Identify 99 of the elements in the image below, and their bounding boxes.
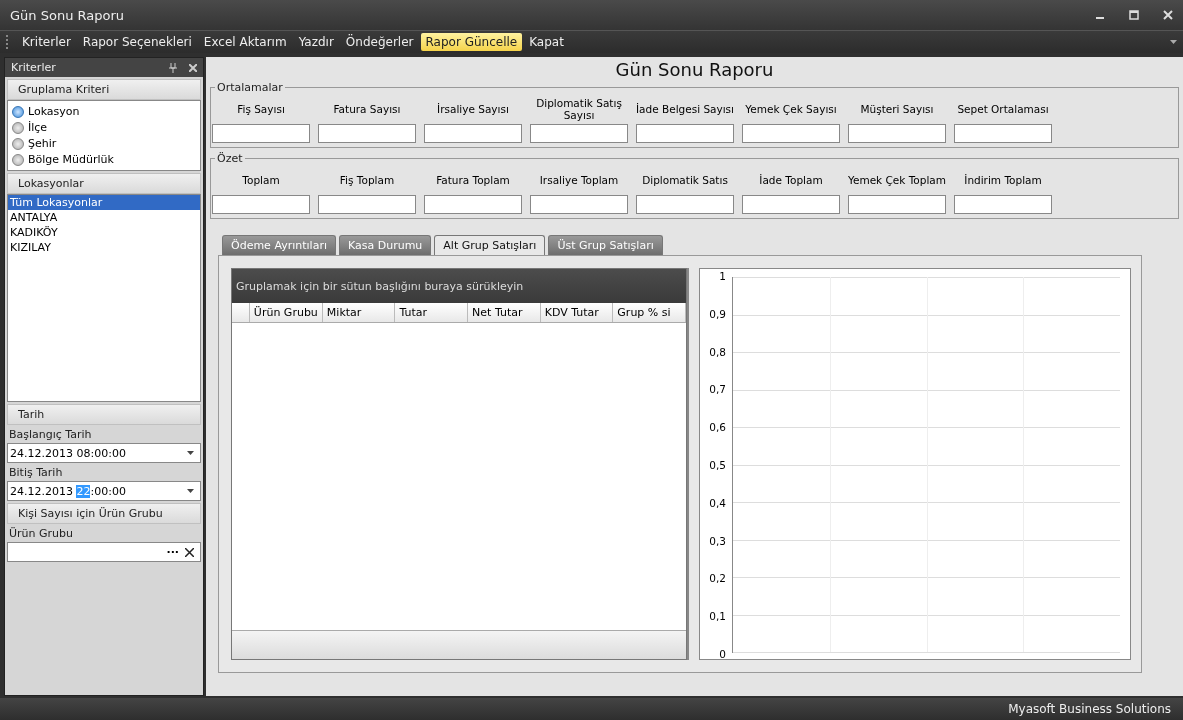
field-label: Fatura Toplam — [436, 173, 510, 188]
column-header[interactable]: Tutar — [395, 303, 469, 322]
radio-option[interactable]: Lokasyon — [12, 105, 196, 118]
field-label: İade Belgesi Sayısı — [635, 102, 734, 117]
menu-item[interactable]: Kapat — [524, 33, 569, 51]
radio-button[interactable] — [12, 121, 24, 134]
menu-item[interactable]: Excel Aktarım — [198, 33, 292, 51]
axis-tick-label: 0,9 — [709, 307, 726, 320]
pin-icon[interactable] — [169, 62, 177, 73]
input-field[interactable] — [636, 195, 734, 214]
group-header: Lokasyonlar — [7, 173, 201, 194]
browse-button[interactable]: ··· — [166, 545, 179, 559]
radio-option[interactable]: İlçe — [12, 121, 196, 134]
list-item[interactable]: KADIKÖY — [8, 225, 200, 240]
group-header: Tarih — [7, 404, 201, 425]
axis-tick-label: 1 — [719, 270, 726, 282]
menu-item[interactable]: Rapor Seçenekleri — [77, 33, 197, 51]
axis-tick-label: 0,8 — [709, 345, 726, 358]
field-label: İrsaliye Sayısı — [437, 102, 509, 117]
close-icon[interactable] — [189, 63, 197, 72]
list-item[interactable]: KIZILAY — [8, 240, 200, 255]
column-header[interactable]: KDV Tutar — [540, 303, 614, 322]
axis-tick-label: 0,7 — [709, 383, 726, 396]
caret-icon[interactable] — [1170, 40, 1177, 44]
group-legend: Özet — [215, 152, 245, 165]
window-title: Gün Sonu Raporu — [10, 7, 124, 23]
radio-button[interactable] — [12, 105, 24, 118]
field-label: Başlangıç Tarih — [8, 427, 93, 443]
input-field[interactable] — [318, 195, 416, 214]
axis-tick-label: 0,3 — [709, 534, 726, 547]
panel-title: Kriterler — [11, 61, 57, 74]
axis-tick-label: 0,1 — [709, 610, 726, 623]
menu-item[interactable]: Yazdır — [293, 33, 339, 51]
status-text: Myasoft Business Solutions — [1008, 702, 1171, 716]
axis-tick-label: 0 — [719, 647, 726, 660]
product-group-field[interactable]: ··· — [7, 542, 201, 562]
grip-icon — [6, 35, 9, 49]
tab[interactable]: Kasa Durumu — [339, 235, 432, 255]
maximize-icon[interactable] — [1129, 10, 1139, 20]
group-header: Kişi Sayısı için Ürün Grubu — [7, 503, 201, 524]
input-field[interactable] — [530, 124, 628, 143]
input-field[interactable] — [954, 195, 1052, 214]
input-field[interactable] — [318, 124, 416, 143]
group-header: Gruplama Kriteri — [7, 79, 201, 100]
field-label: Fiş Toplam — [339, 173, 395, 188]
axis-tick-label: 0,5 — [709, 459, 726, 471]
field-label: Yemek Çek Sayısı — [745, 102, 837, 117]
input-field[interactable] — [954, 124, 1052, 143]
field-label: İndirim Toplam — [964, 173, 1042, 188]
field-label: İade Toplam — [759, 173, 823, 188]
date-field[interactable]: 24.12.2013 08:00:00 — [7, 443, 201, 463]
tab[interactable]: Ödeme Ayrıntıları — [222, 235, 336, 255]
tab[interactable]: Üst Grup Satışları — [548, 235, 663, 255]
group-legend: Ortalamalar — [215, 81, 285, 94]
tab[interactable]: Alt Grup Satışları — [434, 235, 546, 255]
field-label: Fatura Sayısı — [333, 102, 401, 117]
field-label: Diplomatik Satış Sayısı — [535, 96, 623, 123]
date-field[interactable]: 24.12.2013 22:00:00 — [7, 481, 201, 501]
input-field[interactable] — [424, 124, 522, 143]
report-title: Gün Sonu Raporu — [614, 58, 775, 81]
close-icon[interactable] — [1163, 10, 1173, 20]
input-field[interactable] — [742, 124, 840, 143]
menu-item[interactable]: Öndeğerler — [340, 33, 419, 51]
field-label: Bitiş Tarih — [8, 465, 64, 481]
clear-icon[interactable] — [185, 547, 194, 557]
column-header[interactable]: Miktar — [322, 303, 396, 322]
field-label: Irsaliye Toplam — [539, 173, 619, 188]
field-label: Müşteri Sayısı — [860, 102, 934, 117]
axis-tick-label: 0,6 — [709, 421, 726, 434]
radio-button[interactable] — [12, 153, 24, 166]
input-field[interactable] — [742, 195, 840, 214]
input-field[interactable] — [530, 195, 628, 214]
group-hint: Gruplamak için bir sütun başlığını buraya sürükleyin — [236, 279, 524, 293]
radio-button[interactable] — [12, 137, 24, 150]
input-field[interactable] — [212, 124, 310, 143]
list-item[interactable]: ANTALYA — [8, 210, 200, 225]
input-field[interactable] — [424, 195, 522, 214]
input-field[interactable] — [848, 124, 946, 143]
radio-option[interactable]: Şehir — [12, 137, 196, 150]
menu-item[interactable]: Kriterler — [17, 33, 76, 51]
column-header[interactable]: Ürün Grubu — [249, 303, 323, 322]
field-label: Diplomatik Satıs — [642, 173, 728, 188]
menu-item[interactable]: Rapor Güncelle — [420, 33, 523, 51]
input-field[interactable] — [848, 195, 946, 214]
field-label: Toplam — [242, 173, 280, 188]
dropdown-icon[interactable] — [187, 489, 194, 493]
dropdown-icon[interactable] — [187, 451, 194, 455]
field-label: Yemek Çek Toplam — [847, 173, 947, 188]
field-label: Fiş Sayısı — [237, 102, 285, 117]
column-header[interactable]: Net Tutar — [468, 303, 541, 322]
field-label: Ürün Grubu — [8, 526, 74, 542]
input-field[interactable] — [636, 124, 734, 143]
list-item[interactable]: Tüm Lokasyonlar — [8, 195, 200, 210]
field-label: Sepet Ortalaması — [957, 102, 1049, 117]
radio-option[interactable]: Bölge Müdürlük — [12, 153, 196, 166]
axis-tick-label: 0,2 — [709, 572, 726, 585]
column-header[interactable]: Grup % si — [613, 303, 686, 322]
axis-tick-label: 0,4 — [709, 496, 726, 509]
input-field[interactable] — [212, 195, 310, 214]
